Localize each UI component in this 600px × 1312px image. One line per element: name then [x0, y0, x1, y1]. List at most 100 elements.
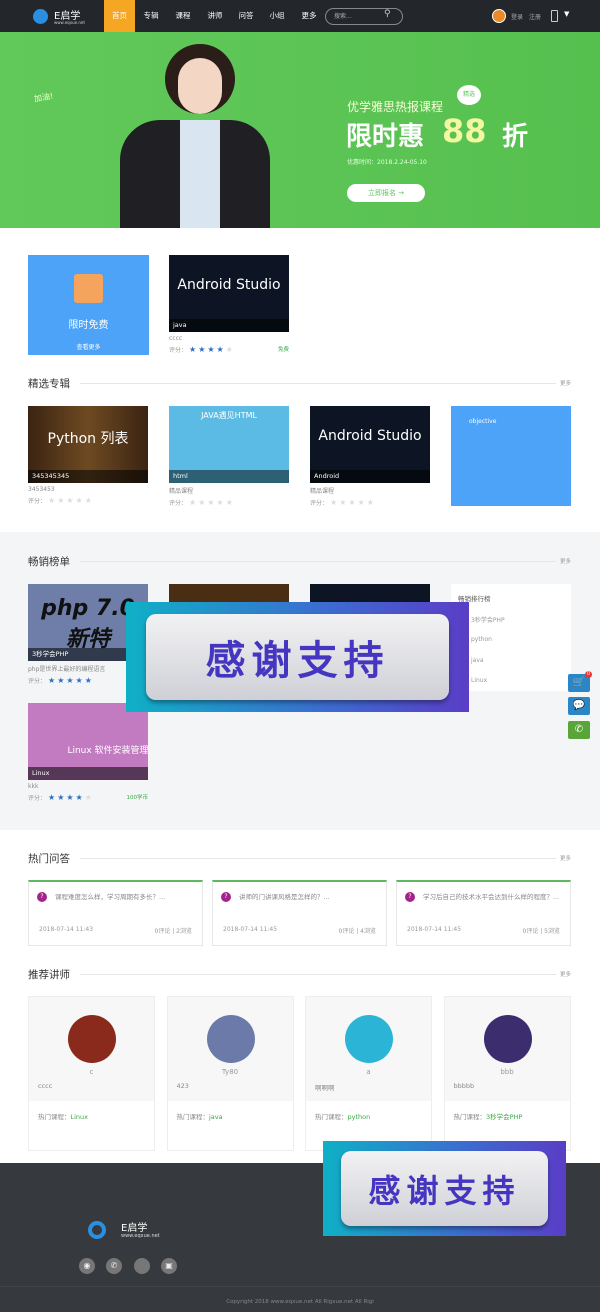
star-icon: ★ — [216, 498, 224, 507]
star-icon: ★ — [66, 496, 74, 505]
album-card[interactable]: JAVA遇见HTML html 精品课程 评分： ★ ★ ★ ★ ★ — [169, 406, 289, 507]
teacher-hot-course: 热门课程：Linux — [29, 1101, 154, 1131]
more-link[interactable]: 更多 — [560, 970, 571, 978]
chat-button[interactable]: 💬 — [568, 697, 590, 715]
ranking-item[interactable]: python — [471, 636, 492, 643]
section-title: 热门问答 — [28, 853, 70, 865]
teacher-card[interactable]: c cccc 热门课程：Linux — [28, 996, 155, 1151]
ranking-item[interactable]: 3秒学会PHP — [471, 615, 505, 624]
qa-card[interactable]: ? 学习后自己的技术水平会达到什么样的程度？... 2018-07-14 11:45… — [396, 880, 571, 946]
comment-count: 0评论 — [522, 928, 539, 935]
price: 免费 — [277, 347, 289, 353]
hot-course-link[interactable]: Linux — [71, 1113, 89, 1121]
course-title: kkk — [28, 783, 39, 790]
album-tag: 345345345 — [28, 470, 148, 483]
star-icon: ★ — [57, 496, 65, 505]
star-icon: ★ — [57, 793, 65, 802]
search-input[interactable]: 搜索... — [325, 8, 403, 25]
banner-period: 优惠时间：2018.2.24-05.10 — [347, 159, 427, 166]
teacher-name[interactable]: bbb — [445, 1068, 570, 1076]
logo-url: www.eqxue.net — [54, 20, 85, 25]
register-link[interactable]: 注册 — [529, 12, 541, 21]
course-card-hidden[interactable] — [169, 584, 289, 604]
teacher-avatar[interactable] — [206, 1015, 255, 1063]
question-time: 2018-07-14 11:43 — [39, 926, 94, 933]
hot-label: 热门课程： — [315, 1113, 348, 1121]
more-link[interactable]: 更多 — [560, 379, 571, 387]
nav-groups[interactable]: 小组 — [265, 0, 289, 32]
nav-courses[interactable]: 课程 — [171, 0, 195, 32]
teacher-info: c cccc — [29, 997, 154, 1101]
nav-albums[interactable]: 专辑 — [139, 0, 163, 32]
mobile-icon[interactable] — [551, 10, 558, 22]
wechat-button[interactable]: ✆ — [568, 721, 590, 739]
nav-teachers[interactable]: 讲师 — [203, 0, 227, 32]
avatar-icon[interactable] — [492, 9, 506, 23]
album-tag: html — [169, 470, 289, 483]
banner-hand-text: 加油! — [33, 91, 54, 104]
more-link[interactable]: 更多 — [560, 854, 571, 862]
teacher-avatar[interactable] — [345, 1015, 393, 1063]
star-icon: ★ — [225, 498, 233, 507]
free-tile-more[interactable]: 查看更多 — [28, 342, 149, 351]
star-icon: ★ — [357, 498, 365, 507]
album-card[interactable]: Python 列表 345345345 3453453 评分： ★ ★ ★ ★ ★ — [28, 406, 148, 505]
hero-banner[interactable]: 加油! 优学雅思热报课程 精选 限时惠 88 折 优惠时间：2018.2.24-… — [0, 32, 600, 228]
question-text: 课程难度怎么样，学习周期有多长？... — [55, 893, 166, 901]
nav-more[interactable]: 更多 — [297, 0, 321, 32]
album-title: 3453453 — [28, 486, 55, 493]
search-icon[interactable]: ⚲ — [384, 9, 391, 19]
teacher-name[interactable]: a — [306, 1068, 431, 1076]
ranking-panel: 畅销排行榜 3秒学会PHP python java Linux — [451, 584, 571, 691]
teacher-avatar[interactable] — [68, 1015, 116, 1063]
free-course-card[interactable]: Android Studio java cccc 评分： ★ ★ ★ ★ ★ 免费 — [169, 255, 289, 354]
login-link[interactable]: 登录 — [511, 12, 523, 21]
chevron-down-icon[interactable]: ▼ — [564, 10, 569, 18]
teacher-name[interactable]: c — [29, 1068, 154, 1076]
course-card[interactable]: Linux 软件安装管理 Linux kkk 评分： ★ ★ ★ ★ ★ 100学币 — [28, 703, 148, 802]
cart-badge: 0 — [585, 671, 592, 678]
more-link[interactable]: 更多 — [560, 557, 571, 565]
qa-card[interactable]: ? 讲师的门讲课风格是怎样的？... 2018-07-14 11:45 0评论 | 4… — [212, 880, 387, 946]
rating-label: 评分： — [28, 678, 47, 685]
course-rating: 评分： ★ ★ ★ ★ ★ 100学币 — [28, 793, 148, 802]
comment-count: 0评论 — [338, 928, 355, 935]
question-icon: ? — [405, 892, 415, 902]
ranking-item[interactable]: java — [471, 657, 484, 664]
teacher-card[interactable]: bbb bbbbb 热门课程：3秒学会PHP — [443, 996, 571, 1151]
teacher-avatar[interactable] — [483, 1015, 532, 1063]
nav-home[interactable]: 首页 — [104, 0, 135, 32]
star-icon: ★ — [66, 793, 74, 802]
logo-icon[interactable] — [33, 9, 48, 24]
thanks-text: 感谢支持 — [146, 614, 449, 700]
banner-signup-button[interactable]: 立即报名 → — [347, 184, 425, 202]
hot-course-link[interactable]: java — [209, 1113, 223, 1121]
teacher-name[interactable]: Ty80 — [168, 1068, 293, 1076]
top-nav: E启学 www.eqxue.net 首页 专辑 课程 讲师 问答 小组 更多 搜… — [0, 0, 600, 32]
star-icon: ★ — [84, 793, 92, 802]
weibo-icon[interactable]: ◉ — [79, 1258, 95, 1274]
star-icon: ★ — [198, 498, 206, 507]
model-face — [178, 58, 222, 114]
course-rating: 评分： ★ ★ ★ ★ ★ 免费 — [169, 345, 289, 354]
rating-label: 评分： — [28, 795, 47, 802]
hot-course-link[interactable]: python — [348, 1113, 371, 1121]
android-icon[interactable]: ▣ — [161, 1258, 177, 1274]
teacher-card[interactable]: a 啊啊啊 热门课程：python — [305, 996, 432, 1151]
qa-card[interactable]: ? 课程难度怎么样，学习周期有多长？... 2018-07-14 11:43 0评论 … — [28, 880, 203, 946]
thanks-text: 感谢支持 — [341, 1151, 548, 1226]
album-card-objective[interactable]: objective — [451, 406, 571, 506]
banner-badge: 精选 — [457, 85, 481, 105]
hot-course-link[interactable]: 3秒学会PHP — [486, 1113, 522, 1121]
apple-icon[interactable] — [134, 1258, 150, 1274]
nav-qa[interactable]: 问答 — [234, 0, 258, 32]
album-card[interactable]: Android Studio Android 精品课程 评分： ★ ★ ★ ★ ★ — [310, 406, 430, 507]
star-icon: ★ — [57, 676, 65, 685]
free-tile[interactable]: 限时免费 查看更多 — [28, 255, 149, 355]
wechat-icon[interactable]: ✆ — [106, 1258, 122, 1274]
teacher-card[interactable]: Ty80 423 热门课程：java — [166, 996, 294, 1151]
course-card-hidden[interactable] — [310, 584, 430, 604]
album-title: 精品课程 — [169, 488, 194, 495]
ranking-item[interactable]: Linux — [471, 677, 487, 684]
section-title: 畅销榜单 — [28, 556, 70, 568]
